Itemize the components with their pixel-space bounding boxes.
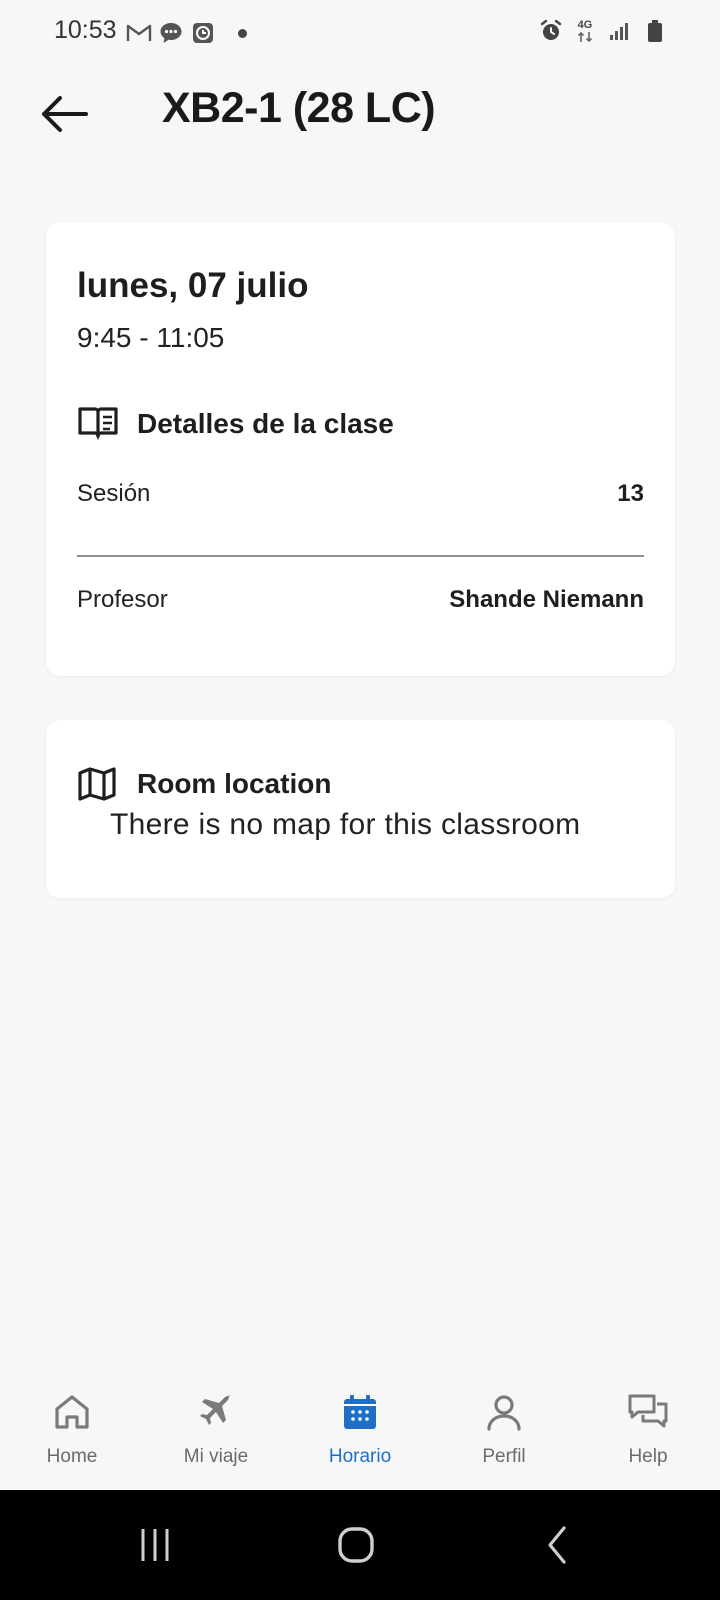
class-date: lunes, 07 julio (77, 266, 309, 305)
arrow-left-icon (42, 96, 88, 132)
nav-item-mi-viaje[interactable]: Mi viaje (144, 1362, 288, 1468)
class-details-card: lunes, 07 julio 9:45 - 11:05 Detalles de… (46, 222, 675, 676)
network-icon: 4G (574, 18, 596, 44)
session-value: 13 (617, 480, 644, 507)
no-map-message: There is no map for this classroom (110, 808, 581, 841)
section-title-class-details: Detalles de la clase (137, 408, 394, 439)
recent-apps-button[interactable] (125, 1524, 185, 1566)
room-location-card: Room location There is no map for this c… (46, 720, 675, 898)
nav-label-home: Home (46, 1446, 98, 1467)
nav-label-mi-viaje: Mi viaje (183, 1446, 249, 1467)
system-status-icons: 4G (538, 18, 668, 44)
class-details-header: Detalles de la clase (77, 404, 394, 444)
chat-icon (626, 1390, 670, 1434)
clock-app-icon (190, 20, 216, 46)
status-bar: 10:53 4G (0, 0, 720, 64)
teacher-label: Profesor (77, 586, 168, 613)
battery-icon (642, 18, 668, 44)
back-system-button[interactable] (528, 1524, 588, 1566)
map-icon (77, 764, 121, 804)
nav-label-horario: Horario (328, 1446, 392, 1467)
teacher-value: Shande Niemann (449, 586, 644, 613)
header: XB2-1 (28 LC) (0, 70, 720, 158)
gmail-icon (126, 20, 152, 46)
network-type-label: 4G (577, 18, 593, 31)
bottom-navigation: Home Mi viaje Horario Perfil Help (0, 1362, 720, 1490)
user-icon (482, 1390, 526, 1434)
signal-icon (606, 18, 632, 44)
chevron-left-icon (548, 1526, 566, 1564)
teacher-row: Profesor Shande Niemann (77, 586, 644, 614)
plane-icon (194, 1390, 238, 1434)
nav-item-horario[interactable]: Horario (288, 1362, 432, 1468)
system-navigation-bar (0, 1490, 720, 1600)
nav-label-perfil: Perfil (482, 1446, 526, 1467)
nav-item-home[interactable]: Home (0, 1362, 144, 1468)
home-system-button[interactable] (326, 1524, 386, 1566)
section-title-room-location: Room location (137, 768, 332, 799)
session-label: Sesión (77, 480, 151, 507)
alarm-icon (538, 18, 564, 44)
divider (77, 555, 644, 557)
book-icon (77, 404, 121, 444)
nav-item-perfil[interactable]: Perfil (432, 1362, 576, 1468)
recents-icon (141, 1529, 169, 1561)
class-time-range: 9:45 - 11:05 (77, 322, 225, 353)
back-button[interactable] (34, 88, 94, 140)
page-title: XB2-1 (28 LC) (162, 84, 436, 132)
message-icon (158, 20, 184, 46)
notification-icons (126, 20, 247, 46)
more-notifications-dot (238, 28, 247, 38)
home-icon (50, 1390, 94, 1434)
session-row: Sesión 13 (77, 480, 644, 508)
home-circle-icon (338, 1527, 374, 1563)
nav-label-help: Help (628, 1446, 668, 1467)
nav-item-help[interactable]: Help (576, 1362, 720, 1468)
status-time: 10:53 (54, 16, 117, 44)
calendar-icon (338, 1390, 382, 1434)
room-location-header: Room location (77, 764, 331, 804)
